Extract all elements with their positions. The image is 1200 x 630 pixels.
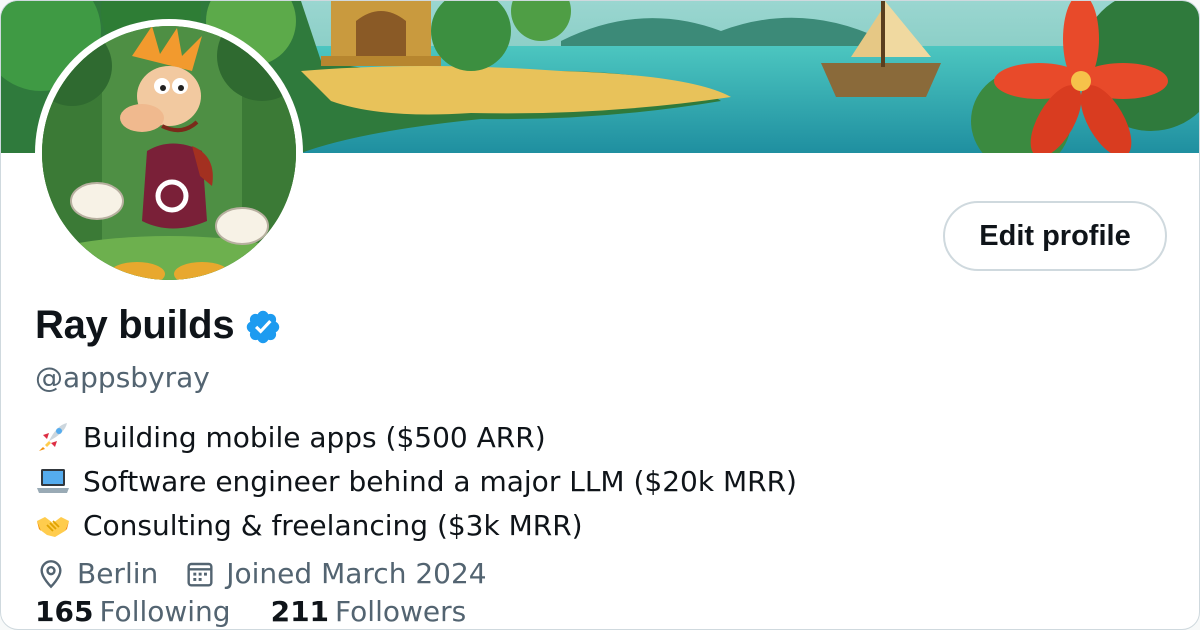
following-link[interactable]: 165 Following [35, 595, 231, 628]
name-row: Ray builds [35, 303, 282, 348]
bio-text: Software engineer behind a major LLM ($2… [83, 464, 797, 498]
location-text: Berlin [77, 557, 159, 590]
followers-link[interactable]: 211 Followers [271, 595, 467, 628]
profile-bio: Building mobile apps ($500 ARR) Software… [35, 415, 797, 547]
location-item: Berlin [35, 557, 158, 590]
joined-item: Joined March 2024 [184, 557, 487, 590]
display-name: Ray builds [35, 303, 235, 347]
profile-meta: Berlin Joined March 2024 [35, 557, 513, 590]
bio-text: Building mobile apps ($500 ARR) [83, 420, 546, 454]
follow-stats: 165 Following 211 Followers [35, 595, 506, 628]
verified-badge-icon[interactable] [244, 308, 282, 346]
location-pin-icon [40, 559, 62, 588]
profile-avatar[interactable] [35, 19, 303, 287]
handshake-icon [37, 517, 69, 537]
bio-line: Software engineer behind a major LLM ($2… [35, 459, 797, 503]
profile-card: Edit profile Ray builds @appsbyray Build… [0, 0, 1200, 630]
calendar-icon [187, 562, 213, 587]
following-label: Following [99, 595, 231, 628]
rocket-icon [39, 423, 67, 451]
profile-handle: @appsbyray [35, 361, 210, 394]
bio-line: Building mobile apps ($500 ARR) [35, 415, 797, 459]
followers-label: Followers [335, 595, 467, 628]
avatar-image [42, 26, 296, 280]
laptop-icon [37, 469, 69, 493]
joined-text: Joined March 2024 [226, 557, 487, 590]
avatar-illustration [42, 26, 296, 280]
followers-count: 211 [270, 595, 330, 628]
following-count: 165 [35, 595, 94, 628]
bio-text: Consulting & freelancing ($3k MRR) [83, 508, 583, 542]
edit-profile-button[interactable]: Edit profile [943, 201, 1167, 271]
bio-line: Consulting & freelancing ($3k MRR) [35, 503, 797, 547]
